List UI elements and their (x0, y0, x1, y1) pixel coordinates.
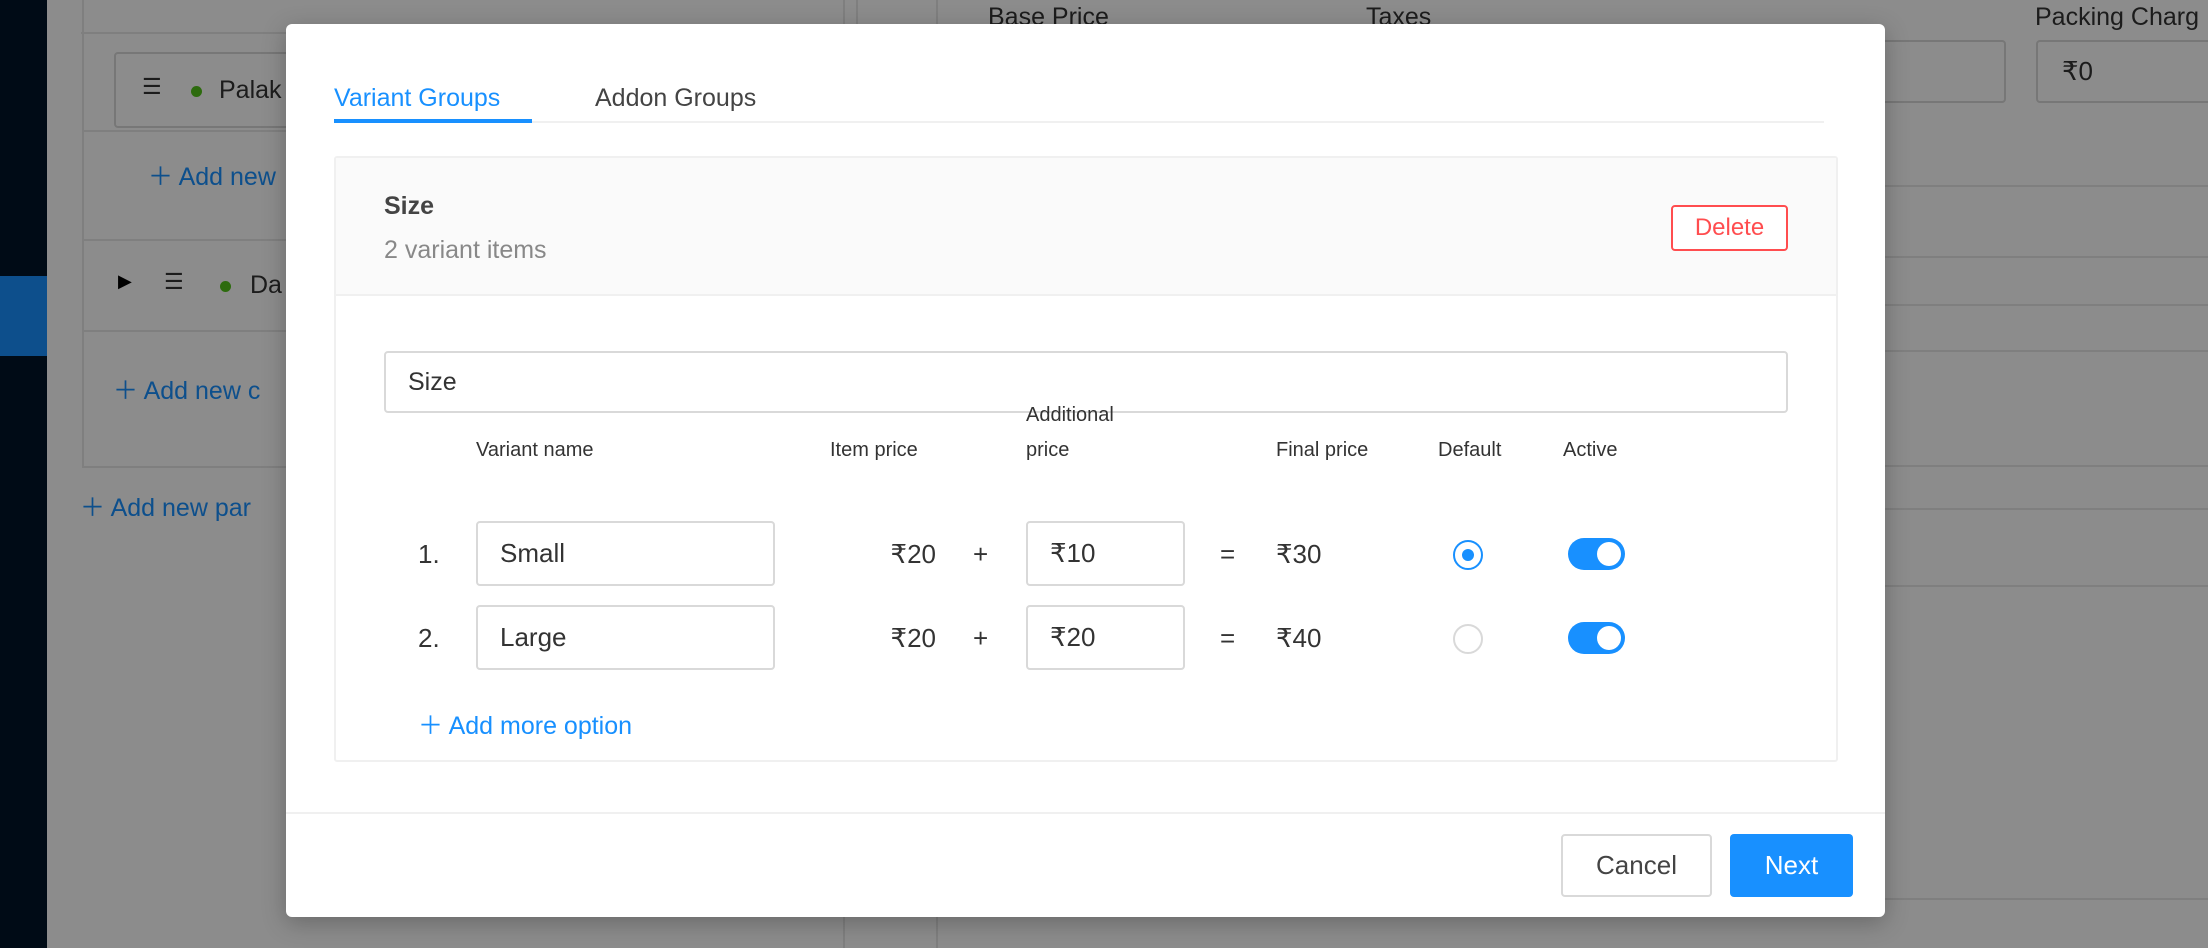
row-index: 2. (418, 623, 440, 653)
final-price: ₹30 (1276, 539, 1322, 569)
variants-modal: Variant Groups Addon Groups Size 2 varia… (286, 24, 1885, 917)
header-additional-price-line2: price (1026, 439, 1070, 461)
final-price: ₹40 (1276, 623, 1322, 653)
variant-group-header: Size 2 variant items Delete (336, 158, 1836, 296)
group-subtitle: 2 variant items (384, 236, 547, 264)
default-radio[interactable] (1453, 624, 1483, 654)
plus-sign: + (973, 623, 989, 653)
variant-name-input[interactable]: Small (476, 521, 775, 586)
add-more-option-link[interactable]: ＋ Add more option (418, 706, 632, 742)
item-price: ₹20 (890, 539, 936, 569)
delete-group-button[interactable]: Delete (1671, 205, 1788, 251)
plus-icon: ＋ (418, 712, 444, 740)
header-active: Active (1563, 439, 1618, 461)
variant-row: 1. Small ₹20 + ₹10 = ₹30 (336, 521, 1836, 587)
equals-sign: = (1220, 539, 1236, 569)
group-title: Size (384, 192, 435, 220)
variant-row: 2. Large ₹20 + ₹20 = ₹40 (336, 605, 1836, 671)
default-radio[interactable] (1453, 540, 1483, 570)
cancel-button[interactable]: Cancel (1561, 834, 1712, 897)
tab-bar-divider (334, 121, 1824, 123)
add-more-option-label: Add more option (448, 712, 633, 740)
variant-group-card: Size 2 variant items Delete Size Variant… (334, 156, 1838, 762)
footer-divider (286, 812, 1885, 814)
active-tab-indicator (334, 119, 532, 123)
active-toggle[interactable] (1568, 538, 1625, 570)
equals-sign: = (1220, 623, 1236, 653)
variant-name-input[interactable]: Large (476, 605, 775, 670)
header-variant-name: Variant name (476, 439, 594, 461)
plus-sign: + (973, 539, 989, 569)
header-final-price: Final price (1276, 439, 1369, 461)
active-toggle[interactable] (1568, 622, 1625, 654)
additional-price-input[interactable]: ₹20 (1026, 605, 1185, 670)
item-price: ₹20 (890, 623, 936, 653)
additional-price-input[interactable]: ₹10 (1026, 521, 1185, 586)
header-additional-price-line1: Additional (1026, 404, 1114, 426)
header-additional-price: Additional price (1026, 398, 1114, 468)
header-default: Default (1438, 439, 1502, 461)
next-button[interactable]: Next (1730, 834, 1853, 897)
tab-variant-groups[interactable]: Variant Groups (334, 84, 500, 113)
tab-addon-groups[interactable]: Addon Groups (595, 84, 756, 113)
row-index: 1. (418, 539, 440, 569)
header-item-price: Item price (830, 439, 918, 461)
